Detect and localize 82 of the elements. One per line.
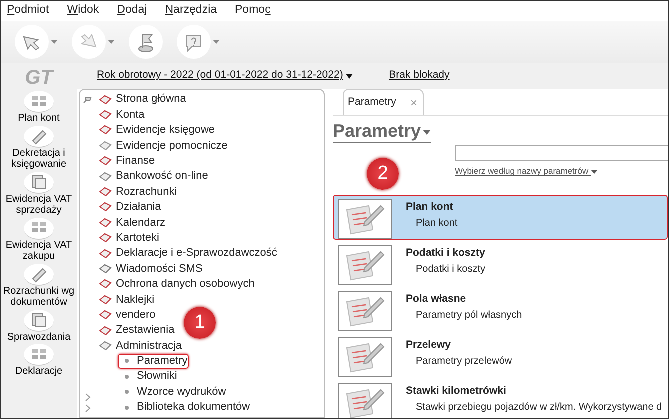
parameter-title: Pola własne xyxy=(406,292,468,307)
tree-item[interactable]: vendero xyxy=(96,307,157,323)
parameter-description: Parametry pól własnych xyxy=(415,308,522,323)
sidebar-item[interactable]: Rozrachunki wg dokumentów xyxy=(1,264,77,308)
caret-icon xyxy=(423,130,432,135)
tree-item[interactable]: Zestawienia xyxy=(96,322,176,338)
callout-badge: 1 xyxy=(184,307,216,339)
module-icon xyxy=(99,109,112,122)
parameter-description: Podatki i koszty xyxy=(415,262,486,277)
toolbar-button[interactable] xyxy=(72,25,115,59)
menu-item[interactable]: Podmiot xyxy=(7,2,50,20)
parameter-row[interactable]: Pola własne Parametry pól własnych xyxy=(333,286,668,332)
tree-item[interactable]: Administracja xyxy=(96,338,184,354)
tab[interactable]: Parametry × xyxy=(343,89,424,115)
parameter-description: Plan kont xyxy=(415,216,458,231)
module-icon xyxy=(99,262,112,275)
menu-item[interactable]: Pomoc xyxy=(235,2,271,20)
tree-item[interactable]: Strona główna xyxy=(96,92,188,108)
page-title[interactable]: Parametry xyxy=(333,122,432,143)
module-icon xyxy=(99,216,112,229)
caret-icon[interactable] xyxy=(346,74,354,78)
module-icon xyxy=(99,155,112,168)
toolbar-button[interactable] xyxy=(15,25,58,59)
module-icon xyxy=(99,170,112,183)
module-icon xyxy=(99,324,112,337)
tree-item[interactable]: Parametry xyxy=(118,354,189,370)
menu-item[interactable]: Narzędzia xyxy=(165,2,218,20)
tree-item[interactable]: Rozrachunki xyxy=(96,184,178,200)
toolbar-button[interactable] xyxy=(177,25,220,59)
caret-icon[interactable] xyxy=(590,170,598,174)
menu-item[interactable]: Dodaj xyxy=(117,2,148,20)
module-icon xyxy=(99,186,112,198)
tree-item[interactable]: Słowniki xyxy=(118,369,178,384)
fiscal-year-link[interactable]: Rok obrotowy - 2022 (od 01-01-2022 do 31-12-2022) xyxy=(97,68,344,84)
tree-item[interactable]: Działania xyxy=(96,200,162,216)
callout-badge: 2 xyxy=(367,158,399,190)
tree-item[interactable]: Ewidencje księgowe xyxy=(96,122,216,138)
parameter-row[interactable]: Podatki i koszty Podatki i koszty xyxy=(333,240,668,286)
sidebar-item[interactable]: Dekretacja i księgowanie xyxy=(1,126,77,170)
sidebar-item[interactable]: Ewidencja VAT zakupu xyxy=(1,218,77,262)
parameter-title: Podatki i koszty xyxy=(406,246,486,261)
tree-item[interactable]: Wzorce wydruków xyxy=(118,384,228,400)
tree-item[interactable]: Biblioteka dokumentów xyxy=(118,400,252,416)
module-icon xyxy=(99,248,112,260)
parameter-title: Przelewy xyxy=(406,338,452,353)
tree-item[interactable]: Ewidencje pomocnicze xyxy=(96,138,229,154)
tree-item[interactable]: Finanse xyxy=(96,154,156,169)
module-icon xyxy=(99,140,112,152)
tree-item[interactable]: Ochrona danych osobowych xyxy=(96,276,256,292)
parameter-title: Stawki kilometrówki xyxy=(406,384,508,399)
module-icon xyxy=(99,94,112,106)
tree-item[interactable]: Bankowość on-line xyxy=(96,168,210,184)
sidebar-item[interactable]: Ewidencja VAT sprzedaży xyxy=(1,172,77,216)
sidebar-item[interactable]: Sprawozdania xyxy=(1,310,77,343)
filter-link[interactable]: Wybierz według nazwy parametrów xyxy=(455,165,598,178)
search-field[interactable] xyxy=(455,145,668,162)
tree-item[interactable]: Kalendarz xyxy=(96,215,167,231)
tree-item[interactable]: Deklaracje i e-Sprawozdawczość xyxy=(96,246,278,262)
menu-item[interactable]: Widok xyxy=(67,2,100,20)
parameter-row[interactable]: Plan kont Plan kont xyxy=(333,194,668,240)
lock-status-link[interactable]: Brak blokady xyxy=(389,68,450,84)
parameter-row[interactable]: Przelewy Parametry przelewów xyxy=(333,332,668,378)
tree-item[interactable]: Wiadomości SMS xyxy=(96,261,204,277)
parameter-description: Stawki przebiegu pojazdów w zł/km. Wykorzystywane d xyxy=(415,400,662,415)
module-icon xyxy=(99,309,112,322)
parameter-description: Parametry przelewów xyxy=(415,354,512,369)
tree-item[interactable]: Konta xyxy=(96,107,146,123)
module-icon xyxy=(99,340,112,352)
sidebar-item[interactable]: Deklaracje xyxy=(1,344,77,378)
parameter-title: Plan kont xyxy=(406,200,454,215)
module-icon xyxy=(99,232,112,244)
module-icon xyxy=(99,294,112,306)
module-icon xyxy=(99,124,112,136)
sidebar-item[interactable]: Plan kont xyxy=(1,91,77,124)
logo: GT xyxy=(25,66,53,91)
toolbar-button[interactable] xyxy=(129,25,163,59)
module-icon xyxy=(99,278,112,290)
tree-item[interactable]: Naklejki xyxy=(96,292,156,308)
tree-item[interactable]: Kartoteki xyxy=(96,230,160,246)
pin-icon[interactable] xyxy=(83,96,93,105)
parameter-row[interactable]: Stawki kilometrówki Stawki przebiegu pojazdów w zł/km. Wykorzystywane d xyxy=(333,378,668,418)
module-icon xyxy=(99,201,112,214)
